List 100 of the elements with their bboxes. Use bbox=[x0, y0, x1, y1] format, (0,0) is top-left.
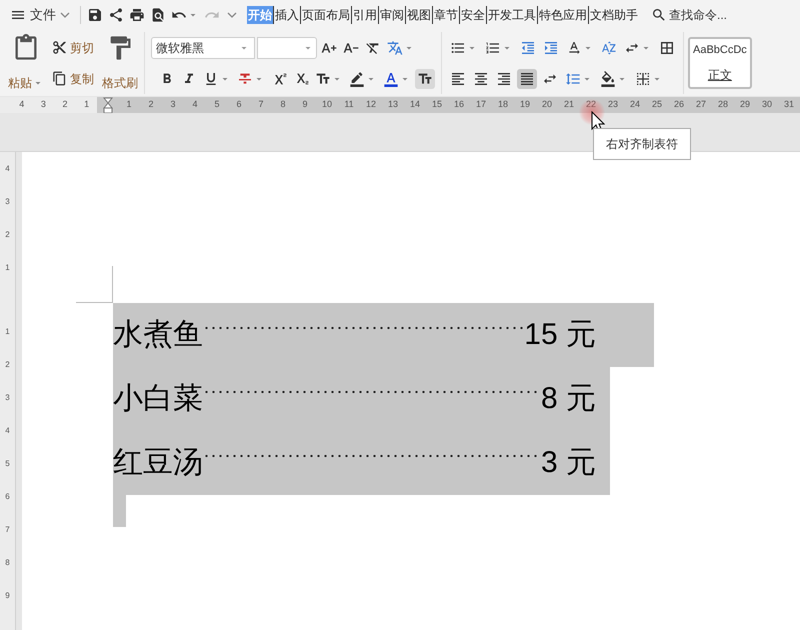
ruler-number: 26 bbox=[672, 98, 685, 112]
ruler-number: 7 bbox=[257, 98, 264, 112]
style-gallery-item[interactable]: AaBbCcDc 正文 bbox=[688, 37, 752, 89]
paint-bucket-icon bbox=[600, 70, 616, 86]
ruler-number: 28 bbox=[716, 98, 729, 112]
highlighter-icon bbox=[349, 71, 365, 87]
ruler-number: 3 bbox=[40, 98, 47, 112]
character-shading-button[interactable] bbox=[415, 69, 435, 89]
ruler-number: 11 bbox=[343, 98, 355, 112]
ruler-number: 10 bbox=[320, 98, 333, 112]
ruler-number: 9 bbox=[5, 590, 10, 602]
ribbon-tab[interactable]: 页面布局 bbox=[300, 6, 351, 24]
font-color-icon bbox=[383, 71, 399, 87]
print-icon bbox=[129, 7, 145, 23]
ruler-number: 22 bbox=[584, 98, 597, 112]
ruler-number: 6 bbox=[235, 98, 242, 112]
ruler-number: 20 bbox=[540, 98, 553, 112]
search-icon bbox=[651, 7, 667, 23]
ruler-number: 15 bbox=[430, 98, 443, 112]
borders-icon bbox=[635, 70, 651, 86]
ruler-number: 27 bbox=[694, 98, 707, 112]
ribbon-tab[interactable]: 视图 bbox=[405, 6, 432, 24]
print-preview-icon bbox=[150, 7, 166, 23]
ribbon-tab[interactable]: 特色应用 bbox=[537, 6, 588, 24]
ruler-number: 1 bbox=[5, 326, 10, 338]
ruler-number: 4 bbox=[5, 162, 10, 174]
align-center-icon bbox=[473, 70, 489, 86]
ruler-number: 24 bbox=[628, 98, 641, 112]
dish-name: 水煮鱼 bbox=[113, 320, 203, 350]
ruler-number: 9 bbox=[301, 98, 308, 112]
ruler-number: 13 bbox=[386, 98, 399, 112]
ruler-number: 4 bbox=[191, 98, 198, 112]
file-menu[interactable]: 文件 bbox=[10, 5, 76, 25]
format-painter-button[interactable]: 格式刷 bbox=[102, 32, 138, 94]
ruler-number: 8 bbox=[279, 98, 286, 112]
scissors-icon bbox=[52, 40, 67, 55]
ribbon-tab[interactable]: 文档助手 bbox=[588, 6, 639, 24]
ruler-number: 21 bbox=[562, 98, 575, 112]
margin-corner-mark bbox=[76, 266, 113, 303]
dish-name: 红豆汤 bbox=[113, 448, 203, 478]
justify-icon bbox=[519, 70, 535, 86]
ruler-number: 17 bbox=[474, 98, 487, 112]
ribbon-tab[interactable]: 章节 bbox=[432, 6, 459, 24]
ribbon-tab[interactable]: 开发工具 bbox=[486, 6, 537, 24]
ruler-number: 3 bbox=[5, 196, 10, 208]
ruler-number: 1 bbox=[83, 98, 90, 112]
ruler-number: 31 bbox=[782, 98, 795, 112]
dish-price: 3 元 bbox=[540, 448, 596, 478]
chevron-icon bbox=[60, 12, 70, 18]
ruler-number: 23 bbox=[606, 98, 619, 112]
ruler-number: 12 bbox=[364, 98, 377, 112]
ruler-number: 8 bbox=[5, 556, 10, 568]
increase-indent-icon bbox=[543, 40, 559, 56]
ruler-number: 2 bbox=[5, 358, 10, 370]
justify-button[interactable] bbox=[517, 68, 537, 88]
align-left-icon bbox=[450, 70, 466, 86]
decrease-indent-icon bbox=[520, 40, 536, 56]
numbered-list-icon bbox=[485, 40, 501, 56]
dish-price: 15 元 bbox=[524, 320, 596, 350]
share-icon bbox=[108, 7, 124, 23]
ruler-number: 14 bbox=[408, 98, 421, 112]
cut-button[interactable]: 剪切 bbox=[52, 38, 94, 56]
ruler-number: 30 bbox=[760, 98, 773, 112]
ruler-number: 5 bbox=[5, 458, 10, 470]
ribbon-tab[interactable]: 插入 bbox=[273, 6, 300, 24]
indent-marker-icon[interactable] bbox=[102, 97, 113, 113]
paste-button[interactable]: 粘贴 bbox=[8, 32, 44, 94]
font-name-field[interactable]: 微软雅黑 bbox=[151, 37, 255, 59]
ruler-number: 1 bbox=[125, 98, 132, 112]
ruler-number: 6 bbox=[5, 490, 10, 502]
sort-icon bbox=[601, 40, 617, 56]
tooltip: 右对齐制表符 bbox=[593, 128, 691, 160]
ruler-number: 3 bbox=[5, 392, 10, 404]
align-right-icon bbox=[496, 70, 512, 86]
ribbon-tab[interactable]: 安全 bbox=[459, 6, 486, 24]
ruler-number: 3 bbox=[169, 98, 176, 112]
save-icon bbox=[87, 7, 103, 23]
dish-price: 8 元 bbox=[540, 384, 596, 414]
ruler-number: 7 bbox=[5, 524, 10, 536]
line-spacing-icon bbox=[565, 70, 581, 86]
ruler-number: 19 bbox=[518, 98, 531, 112]
copy-button[interactable]: 复制 bbox=[52, 70, 94, 88]
copy-icon bbox=[52, 71, 67, 86]
font-size-field[interactable] bbox=[257, 37, 317, 59]
ruler-number: 4 bbox=[18, 98, 26, 112]
search-field[interactable]: 查找命令... bbox=[651, 6, 741, 24]
ruler-number: 29 bbox=[738, 98, 751, 112]
ruler-number: 2 bbox=[61, 98, 68, 112]
ruler-number: 2 bbox=[147, 98, 154, 112]
ruler-number: 4 bbox=[5, 424, 10, 436]
dish-name: 小白菜 bbox=[113, 384, 203, 414]
ruler-number: 18 bbox=[496, 98, 509, 112]
ruler-number: 5 bbox=[213, 98, 220, 112]
ribbon-tab[interactable]: 审阅 bbox=[378, 6, 405, 24]
ruler-number: 25 bbox=[650, 98, 663, 112]
chevron-icon bbox=[227, 12, 237, 18]
ribbon-tab[interactable]: 引用 bbox=[351, 6, 378, 24]
table-icon bbox=[659, 40, 675, 56]
ruler-number: 2 bbox=[5, 228, 10, 240]
ruler-number: 1 bbox=[5, 262, 10, 274]
